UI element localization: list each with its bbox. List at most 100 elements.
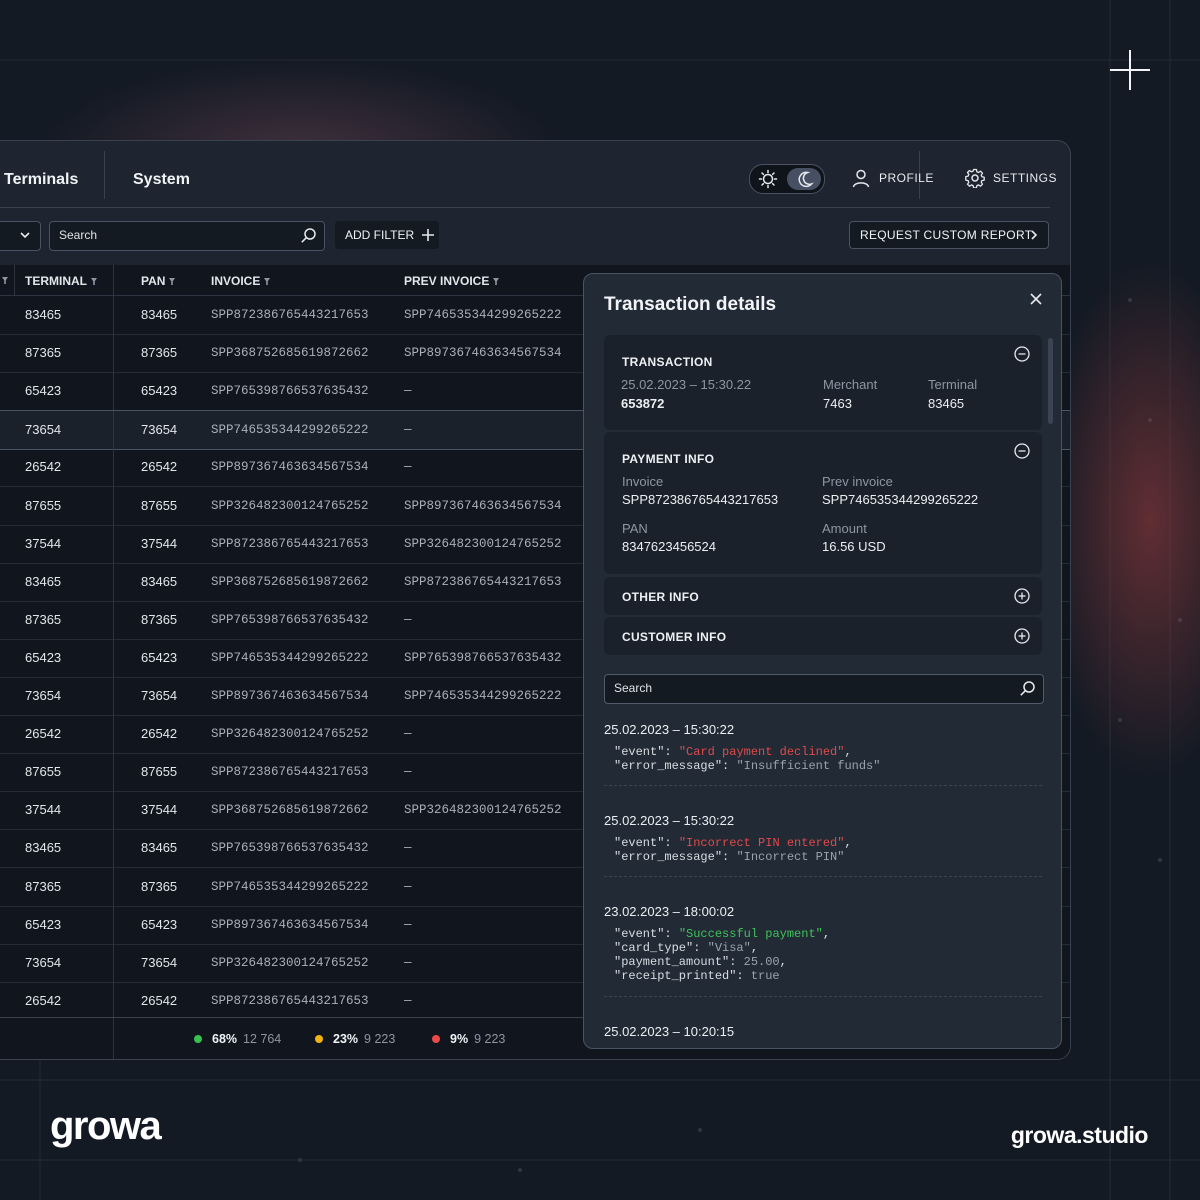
log-value: "Insufficient funds" <box>736 759 881 773</box>
pan-label: PAN <box>622 521 648 536</box>
cell-prev-invoice: — <box>404 384 412 399</box>
log-key: "receipt_printed" <box>614 969 737 983</box>
log-punctuation: , <box>844 745 852 759</box>
cell-prev-invoice: SPP746535344299265222 <box>404 689 562 703</box>
search-icon[interactable] <box>1019 680 1036 697</box>
chevron-down-icon <box>20 232 30 239</box>
cell-pan: 73654 <box>141 688 178 703</box>
add-filter-button[interactable]: ADD FILTER <box>335 221 439 249</box>
theme-toggle[interactable] <box>749 164 825 194</box>
log-timestamp: 25.02.2023 – 10:20:15 <box>604 1024 735 1039</box>
column-header-terminal[interactable]: TERMINAL <box>25 274 97 288</box>
cell-invoice: SPP872386765443217653 <box>211 536 369 551</box>
terminal-label: Terminal <box>928 377 978 392</box>
log-line: "event": "Incorrect PIN entered", <box>614 836 852 850</box>
gear-icon <box>965 168 985 188</box>
cell-terminal: 73654 <box>25 422 62 438</box>
status-stat: 23% 9 223 <box>315 1032 395 1046</box>
cell-prev-invoice: — <box>404 917 412 932</box>
log-punctuation: , <box>750 941 759 955</box>
profile-label: PROFILE <box>879 171 934 185</box>
cell-terminal: 83465 <box>25 307 62 322</box>
collapse-icon[interactable] <box>1014 443 1030 459</box>
cell-pan: 65423 <box>141 649 178 665</box>
prev-invoice-label: Prev invoice <box>822 474 893 489</box>
cell-terminal: 65423 <box>25 649 62 665</box>
cell-prev-invoice: — <box>404 841 412 856</box>
cell-prev-invoice: — <box>404 955 412 970</box>
log-divider <box>604 876 1042 877</box>
filter-dropdown[interactable] <box>0 221 41 251</box>
column-header-prev-invoice[interactable]: PREV INVOICE <box>404 274 500 288</box>
log-entry: 25.02.2023 – 15:30:22 "event": "Card paym… <box>604 722 1042 773</box>
sun-icon <box>758 169 778 189</box>
log-entry: 25.02.2023 – 15:30:22 "event": "Incorrect… <box>604 813 1042 864</box>
profile-button[interactable]: PROFILE <box>851 165 934 191</box>
cell-prev-invoice: SPP746535344299265222 <box>404 308 562 322</box>
settings-button[interactable]: SETTINGS <box>965 165 1057 191</box>
cell-invoice: SPP872386765443217653 <box>211 308 369 322</box>
customer-info-card[interactable]: CUSTOMER INFO <box>604 617 1042 655</box>
cell-invoice: SPP746535344299265222 <box>211 650 369 665</box>
cell-prev-invoice: SPP765398766537635432 <box>404 650 562 665</box>
cell-prev-invoice: — <box>404 993 412 1008</box>
cell-prev-invoice: SPP897367463634567534 <box>404 346 562 361</box>
column-divider <box>113 981 114 1020</box>
column-header-pan[interactable]: PAN <box>141 274 176 288</box>
filter-icon <box>169 277 176 285</box>
cell-prev-invoice: SPP897367463634567534 <box>404 498 562 513</box>
cell-invoice: SPP326482300124765252 <box>211 498 369 513</box>
other-info-card[interactable]: OTHER INFO <box>604 577 1042 615</box>
cell-terminal: 26542 <box>25 459 62 475</box>
cell-invoice: SPP765398766537635432 <box>211 612 369 627</box>
prev-invoice-value: SPP746535344299265222 <box>822 492 979 507</box>
log-line: "error_message": "Incorrect PIN" <box>614 850 845 864</box>
chevron-right-icon <box>1031 230 1038 240</box>
log-value: "Incorrect PIN entered" <box>678 836 845 850</box>
stat-count: 9 223 <box>364 1032 396 1046</box>
cell-terminal: 65423 <box>25 916 62 932</box>
column-divider <box>113 486 114 525</box>
cell-pan: 37544 <box>141 535 178 551</box>
log-timestamp: 25.02.2023 – 15:30:22 <box>604 813 735 828</box>
log-search-input[interactable] <box>614 681 844 695</box>
cell-invoice: SPP368752685619872662 <box>211 803 369 818</box>
search-icon[interactable] <box>300 227 317 244</box>
cell-pan: 26542 <box>141 459 178 475</box>
card-title: PAYMENT INFO <box>622 452 715 466</box>
nav-item-terminals[interactable]: Terminals <box>4 171 78 189</box>
filter-icon[interactable] <box>2 277 8 284</box>
status-dot-icon <box>432 1035 440 1043</box>
cell-pan: 87655 <box>141 764 178 780</box>
column-divider <box>113 265 114 295</box>
column-divider <box>113 334 114 373</box>
cell-prev-invoice: SPP326482300124765252 <box>404 536 562 551</box>
cell-prev-invoice: — <box>404 460 412 475</box>
expand-icon[interactable] <box>1014 628 1030 644</box>
brand-website: growa.studio <box>1010 1122 1149 1148</box>
cell-prev-invoice: SPP326482300124765252 <box>404 803 562 818</box>
close-icon[interactable] <box>1029 292 1043 306</box>
column-divider <box>113 372 114 411</box>
transaction-details-panel: Transaction details TRANSACTION 25.02.20… <box>583 273 1062 1049</box>
log-punctuation: , <box>779 955 787 969</box>
stat-percent: 68% <box>212 1032 238 1046</box>
nav-item-system[interactable]: System <box>133 171 190 189</box>
scrollbar[interactable] <box>1048 338 1053 424</box>
request-report-button[interactable]: REQUEST CUSTOM REPORT <box>849 221 1049 249</box>
expand-icon[interactable] <box>1014 588 1030 604</box>
cell-prev-invoice: — <box>404 612 412 627</box>
card-title: OTHER INFO <box>622 590 699 604</box>
log-line: "receipt_printed": true <box>614 969 780 983</box>
search-input[interactable] <box>59 228 289 242</box>
log-value: "Card payment declined" <box>678 745 845 759</box>
column-header-invoice[interactable]: INVOICE <box>211 274 271 288</box>
cell-pan: 87365 <box>141 611 178 627</box>
cell-terminal: 83465 <box>25 840 62 856</box>
cell-invoice: SPP746535344299265222 <box>211 423 369 438</box>
add-filter-label: ADD FILTER <box>345 228 415 242</box>
log-line: "event": "Successful payment", <box>614 927 831 941</box>
column-divider <box>113 715 114 754</box>
log-value: true <box>750 969 780 983</box>
collapse-icon[interactable] <box>1014 346 1030 362</box>
